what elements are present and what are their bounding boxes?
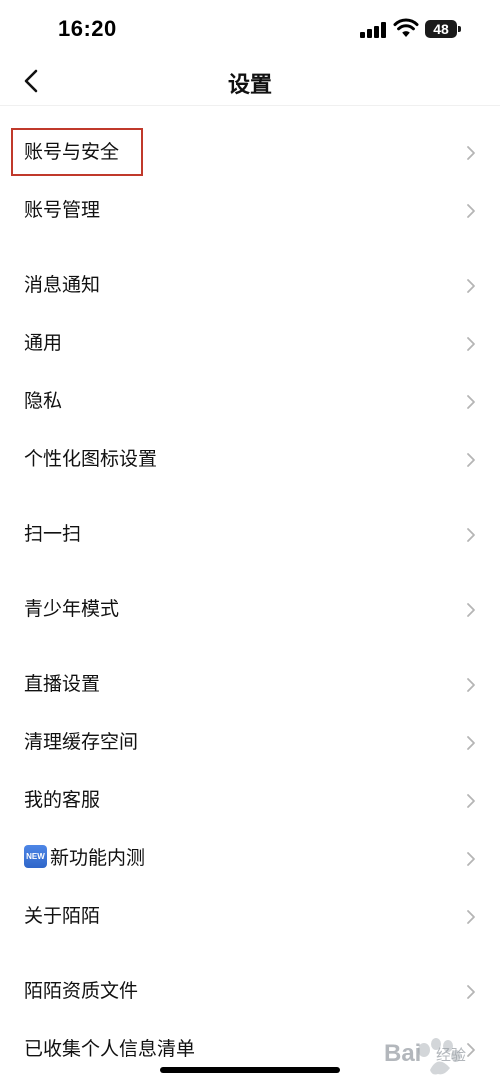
baidu-paw-watermark-icon — [418, 1038, 461, 1075]
setting-about[interactable]: 关于陌陌 — [0, 888, 500, 946]
battery-level: 48 — [433, 21, 449, 37]
chevron-right-icon — [467, 204, 475, 218]
battery-icon: 48 — [425, 20, 457, 38]
settings-list: 账号与安全 账号管理 消息通知 通用 隐私 个性化图标设置 扫一扫 青少年模式 … — [0, 106, 500, 1079]
setting-general[interactable]: 通用 — [0, 315, 500, 373]
setting-scan[interactable]: 扫一扫 — [0, 506, 500, 564]
setting-customer-service[interactable]: 我的客服 — [0, 772, 500, 830]
chevron-right-icon — [467, 603, 475, 617]
chevron-right-icon — [467, 794, 475, 808]
setting-label: 青少年模式 — [24, 599, 120, 620]
status-time: 16:20 — [58, 16, 117, 41]
setting-label: NEW 新功能内测 — [24, 830, 145, 888]
watermark-sub: 经验 — [436, 1047, 467, 1064]
setting-account-management[interactable]: 账号管理 — [0, 182, 500, 240]
page-title: 设置 — [227, 72, 272, 97]
chevron-right-icon — [467, 146, 475, 160]
setting-label: 账号与安全 — [24, 142, 120, 163]
setting-beta-features[interactable]: NEW 新功能内测 — [0, 830, 500, 888]
chevron-right-icon — [467, 337, 475, 351]
new-badge-icon: NEW — [24, 845, 47, 869]
setting-label: 关于陌陌 — [24, 906, 101, 927]
chevron-right-icon — [467, 910, 475, 924]
chevron-right-icon — [467, 736, 475, 750]
setting-notifications[interactable]: 消息通知 — [0, 257, 500, 315]
status-bar: 16:20 48 — [0, 0, 500, 60]
setting-label: 扫一扫 — [24, 524, 82, 545]
chevron-right-icon — [467, 453, 475, 467]
battery-cap — [458, 26, 461, 32]
setting-label: 直播设置 — [24, 674, 101, 695]
signal-icon — [360, 22, 386, 38]
setting-label: 账号管理 — [24, 200, 101, 221]
setting-clear-cache[interactable]: 清理缓存空间 — [0, 714, 500, 772]
setting-label: 我的客服 — [24, 790, 101, 811]
wifi-icon — [393, 18, 419, 37]
setting-app-icon[interactable]: 个性化图标设置 — [0, 431, 500, 489]
chevron-right-icon — [467, 395, 475, 409]
setting-label: 消息通知 — [24, 275, 101, 296]
chevron-right-icon — [467, 279, 475, 293]
settings-screen: 16:20 48 设置 账号与安全 账号管理 消息通知 通用 隐私 个性化图标设… — [0, 0, 500, 1082]
setting-teen-mode[interactable]: 青少年模式 — [0, 581, 500, 639]
setting-label: 隐私 — [24, 391, 63, 412]
setting-label: 通用 — [24, 333, 63, 354]
setting-privacy[interactable]: 隐私 — [0, 373, 500, 431]
setting-label: 陌陌资质文件 — [24, 981, 139, 1002]
chevron-right-icon — [467, 985, 475, 999]
nav-bar: 设置 — [0, 56, 500, 106]
home-indicator[interactable] — [160, 1067, 340, 1073]
setting-qualifications[interactable]: 陌陌资质文件 — [0, 963, 500, 1021]
chevron-right-icon — [467, 678, 475, 692]
chevron-right-icon — [467, 852, 475, 866]
setting-live[interactable]: 直播设置 — [0, 656, 500, 714]
setting-label: 个性化图标设置 — [24, 449, 158, 470]
setting-account-security[interactable]: 账号与安全 — [0, 124, 500, 182]
setting-label-text: 新功能内测 — [50, 848, 146, 869]
setting-label: 清理缓存空间 — [24, 732, 139, 753]
watermark-text: Bai — [384, 1040, 422, 1067]
chevron-right-icon — [467, 528, 475, 542]
